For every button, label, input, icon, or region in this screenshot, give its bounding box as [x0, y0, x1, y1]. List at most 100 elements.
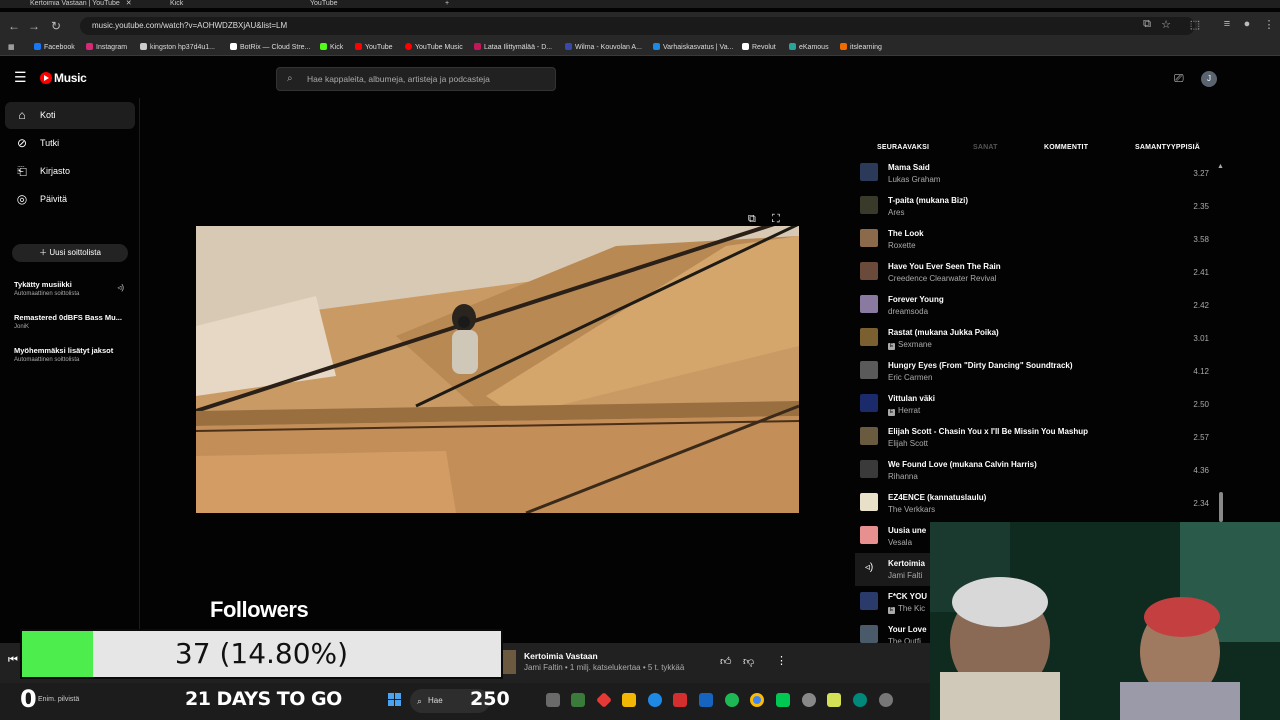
queue-item-artist[interactable]: Roxette: [888, 241, 916, 250]
queue-item[interactable]: Forever Young dreamsoda 2.42: [855, 289, 1225, 322]
task-view-icon[interactable]: [546, 693, 560, 707]
bookmark-instagram[interactable]: Instagram: [86, 42, 127, 53]
queue-item[interactable]: Elijah Scott - Chasin You x I'll Be Miss…: [855, 421, 1225, 454]
tab-kick[interactable]: Kick: [170, 0, 290, 8]
bookmark-lataa[interactable]: Lataa Ilittymälää - D...: [474, 42, 552, 53]
new-playlist-button[interactable]: ＋ Uusi soittolista: [12, 244, 128, 262]
bookmark-itslearning[interactable]: itslearning: [840, 42, 882, 53]
previous-icon[interactable]: ⏮: [8, 654, 18, 667]
reload-icon[interactable]: ↻: [48, 18, 64, 34]
photos-icon[interactable]: [571, 693, 585, 707]
queue-item-thumbnail[interactable]: [860, 592, 878, 610]
bookmark-kick[interactable]: Kick: [320, 42, 343, 53]
queue-item-artist[interactable]: Rihanna: [888, 472, 918, 481]
queue-item-artist[interactable]: Vesala: [888, 538, 912, 547]
queue-item[interactable]: EZ4ENCE (kannatuslaulu) The Verkkars 2.34: [855, 487, 1225, 520]
fullscreen-icon[interactable]: ⛶: [772, 213, 780, 226]
help-icon[interactable]: [648, 693, 662, 707]
back-icon[interactable]: ←: [6, 18, 22, 34]
app-red-icon[interactable]: [596, 692, 612, 708]
tab-active[interactable]: Kertoimia Vastaan | YouTube ✕: [30, 0, 150, 8]
bookmark-ekamous[interactable]: eKamous: [789, 42, 829, 53]
queue-item-thumbnail[interactable]: [860, 625, 878, 643]
queue-item[interactable]: Mama Said Lukas Graham 3.27: [855, 158, 1225, 190]
more-options-icon[interactable]: ⋮: [776, 654, 787, 667]
avatar[interactable]: J: [1201, 71, 1217, 87]
playlist-item[interactable]: Tykätty musiikki Automaattinen soittolis…: [14, 280, 134, 297]
like-icon[interactable]: 👍︎: [720, 655, 732, 668]
windows-start-icon[interactable]: [388, 693, 402, 707]
queue-item-artist[interactable]: Elijah Scott: [888, 439, 928, 448]
tab-samantyyppisia[interactable]: SAMANTYYPPISIÄ: [1135, 144, 1200, 151]
queue-item-artist[interactable]: E Herrat: [888, 406, 920, 416]
bookmark-botrix[interactable]: BotRix — Cloud Stre...: [230, 42, 310, 53]
extensions-icon[interactable]: ⬚: [1188, 18, 1202, 31]
tab-kommentit[interactable]: KOMMENTIT: [1044, 144, 1088, 151]
forward-icon[interactable]: →: [26, 18, 42, 34]
speaker-icon[interactable]: ◃): [117, 283, 124, 292]
app-yellow-icon[interactable]: [827, 693, 841, 707]
queue-item-artist[interactable]: Creedence Clearwater Revival: [888, 274, 997, 283]
new-tab-icon[interactable]: +: [445, 0, 455, 8]
edge-icon[interactable]: [853, 693, 867, 707]
queue-item-thumbnail[interactable]: [860, 526, 878, 544]
spotify-icon[interactable]: [725, 693, 739, 707]
queue-item[interactable]: Hungry Eyes (From "Dirty Dancing" Soundt…: [855, 355, 1225, 388]
queue-item-artist[interactable]: Ares: [888, 208, 904, 217]
search-input[interactable]: ⌕ Hae kappaleita, albumeja, artisteja ja…: [276, 67, 556, 91]
tab-youtube[interactable]: YouTube: [310, 0, 430, 8]
queue-item-artist[interactable]: The Verkkars: [888, 505, 935, 514]
playlist-icon[interactable]: ≡: [1220, 18, 1234, 30]
sidebar-item-paivita[interactable]: ◎ Päivitä: [5, 186, 135, 213]
bookmark-kingston[interactable]: kingston hp37d4u1...: [140, 42, 215, 53]
apps-grid-icon[interactable]: ▦: [8, 42, 15, 53]
weather-text[interactable]: Enim. pilvistä: [38, 696, 79, 703]
bookmark-youtube-music[interactable]: YouTube Music: [405, 42, 463, 53]
queue-item-thumbnail[interactable]: [860, 493, 878, 511]
queue-item-thumbnail[interactable]: [860, 262, 878, 280]
sidebar-item-tutki[interactable]: ⊘ Tutki: [5, 130, 135, 157]
queue-item-thumbnail[interactable]: [860, 460, 878, 478]
dislike-icon[interactable]: 👎︎: [743, 655, 754, 668]
scroll-up-icon[interactable]: ▲: [1217, 163, 1224, 170]
queue-item[interactable]: We Found Love (mukana Calvin Harris) Riha…: [855, 454, 1225, 487]
queue-item-artist[interactable]: E The Kic: [888, 604, 925, 614]
queue-item-thumbnail[interactable]: [860, 361, 878, 379]
now-playing-title[interactable]: Kertoimia Vastaan: [524, 651, 598, 661]
tab-seuraavaksi[interactable]: SEURAAVAKSI: [877, 144, 929, 151]
menu-more-icon[interactable]: ⋮: [1262, 18, 1276, 31]
cast-icon[interactable]: ⎚: [1174, 71, 1184, 86]
now-playing-thumbnail[interactable]: [502, 650, 516, 674]
queue-item-artist[interactable]: E Sexmane: [888, 340, 932, 350]
queue-item-thumbnail[interactable]: [860, 295, 878, 313]
install-app-icon[interactable]: ⧉: [1140, 18, 1154, 31]
tab-sanat[interactable]: SANAT: [973, 144, 998, 151]
chrome-icon[interactable]: [750, 693, 764, 707]
video-player[interactable]: [196, 226, 799, 513]
queue-item[interactable]: The Look Roxette 3.58: [855, 223, 1225, 256]
obs-icon[interactable]: [802, 693, 816, 707]
yt-music-logo[interactable]: Music: [40, 71, 87, 85]
queue-item-artist[interactable]: Jami Falti: [888, 571, 922, 580]
settings-gear-icon[interactable]: [879, 693, 893, 707]
queue-item-artist[interactable]: Eric Carmen: [888, 373, 932, 382]
miniplayer-icon[interactable]: ⧉: [748, 213, 756, 226]
bookmark-wilma[interactable]: Wilma - Kouvolan A...: [565, 42, 642, 53]
queue-item-thumbnail[interactable]: [860, 328, 878, 346]
app-green-icon[interactable]: [776, 693, 790, 707]
bookmark-facebook[interactable]: Facebook: [34, 42, 75, 53]
queue-scrollbar[interactable]: [1219, 492, 1223, 522]
sidebar-item-koti[interactable]: ⌂ Koti: [5, 102, 135, 129]
queue-item[interactable]: Vittulan väki E Herrat 2.50: [855, 388, 1225, 421]
hamburger-menu-icon[interactable]: ☰: [14, 70, 28, 84]
queue-item-thumbnail[interactable]: [860, 163, 878, 181]
queue-item-thumbnail[interactable]: [860, 427, 878, 445]
playlist-item[interactable]: Myöhemmäksi lisätyt jaksot Automaattinen…: [14, 346, 134, 363]
queue-item[interactable]: T-paita (mukana Bizi) Ares 2.35: [855, 190, 1225, 223]
bookmark-star-icon[interactable]: ☆: [1159, 18, 1173, 31]
mcafee-icon[interactable]: [673, 693, 687, 707]
file-explorer-icon[interactable]: [622, 693, 636, 707]
queue-item-artist[interactable]: dreamsoda: [888, 307, 928, 316]
queue-item[interactable]: Have You Ever Seen The Rain Creedence Cle…: [855, 256, 1225, 289]
queue-item-thumbnail[interactable]: [860, 196, 878, 214]
